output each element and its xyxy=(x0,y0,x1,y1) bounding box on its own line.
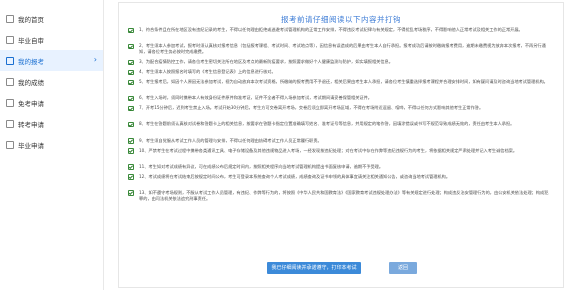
sidebar: 我的首页 毕业自审 我的报考 › 我的成绩 免考申请 转考申请 毕业申请 xyxy=(0,0,104,290)
notice-item: 13、如不遵守考场规则，不服从考试工作人员管理，有违纪、作弊等行为的，将按照《中… xyxy=(128,190,552,209)
apply-icon xyxy=(6,56,14,65)
notice-item-text: 5、考生报考后，如因个人原因无法参加考试，视为自动放弃本次考试资格，所缴纳的报考… xyxy=(139,79,548,85)
sidebar-item-exemption[interactable]: 免考申请 xyxy=(0,92,103,113)
notice-item-text: 13、如不遵守考场规则，不服从考试工作人员管理，有违纪、作弊等行为的，将按照《中… xyxy=(139,189,549,202)
button-row: 我已仔细阅读并承诺遵守，打印本考试 返回 xyxy=(119,262,565,281)
notice-item-text: 2、考生须本人参加考试，报考时须认真核对报考信息（包括报考课程、考试时间、考试地… xyxy=(139,43,546,55)
notice-item-text: 1、符合条件且在所在地区没有违纪记录的考生，不得以任何理由拒绝或逃避考试管理机构… xyxy=(139,27,523,32)
notice-panel: 报考前请仔细阅读以下内容并打钩 1、符合条件且在所在地区没有违纪记录的考生，不得… xyxy=(118,2,564,288)
sidebar-item-graduation-apply[interactable]: 毕业申请 xyxy=(0,134,103,155)
sidebar-item-label: 毕业自审 xyxy=(18,36,44,45)
agree-checkbox[interactable] xyxy=(128,174,134,180)
notice-item: 2、考生须本人参加考试，报考时须认真核对报考信息（包括报考课程、考试时间、考试地… xyxy=(128,43,552,56)
notice-item-text: 12、考试成绩将在考试结束后按规定时间公布，考生可登录本系统查询个人考试成绩，成… xyxy=(139,173,451,179)
back-button[interactable]: 返回 xyxy=(389,262,418,274)
notice-item-text: 11、考生如对考试成绩有异议，可在成绩公布后规定时间内，按照相关程序向当地考试管… xyxy=(139,163,384,169)
notice-item-text: 8、考生在答题前须认真核对试卷和答题卡上的相关信息，按要求在答题卡指定位置准确填… xyxy=(139,121,515,127)
chevron-right-icon: › xyxy=(93,55,97,64)
sidebar-item-label: 免考申请 xyxy=(18,99,44,108)
agree-checkbox[interactable] xyxy=(128,79,134,86)
notice-item: 4、考生须本人按照报名时填写的《考生信息登记表》上的信息进行核对。 xyxy=(128,69,552,76)
notice-item-text: 9、考生须自觉服从考试工作人员的管理与安排，不得以任何理由妨碍考试工作人员正常履… xyxy=(139,137,322,143)
transfer-icon xyxy=(6,119,14,128)
sidebar-item-label: 转考申请 xyxy=(18,120,44,129)
sidebar-item-label: 我的首页 xyxy=(18,15,44,24)
notice-list: 1、符合条件且在所在地区没有违纪记录的考生，不得以任何理由拒绝或逃避考试管理机构… xyxy=(128,27,552,212)
notice-item-text: 3、为配合疫情防控工作，请各位考生密切关注所在地区及考点的最新防疫要求，按照要求… xyxy=(139,59,393,65)
notice-item: 6、考生入场时，须同时携带本人有效身份证件原件和准考证，证件不全者不得入场参加考… xyxy=(128,95,552,102)
sidebar-item-home[interactable]: 我的首页 xyxy=(0,8,103,29)
agree-checkbox[interactable] xyxy=(128,59,134,66)
notice-item: 1、符合条件且在所在地区没有违纪记录的考生，不得以任何理由拒绝或逃避考试管理机构… xyxy=(128,27,552,40)
notice-item: 5、考生报考后，如因个人原因无法参加考试，视为自动放弃本次考试资格，所缴纳的报考… xyxy=(128,79,552,92)
agree-checkbox[interactable] xyxy=(128,148,134,154)
notice-item: 10、严禁考生在考试过程中携带各类通讯工具、电子存储设备及其他违规物品进入考场，… xyxy=(128,148,552,161)
notice-item: 11、考生如对考试成绩有异议，可在成绩公布后规定时间内，按照相关程序向当地考试管… xyxy=(128,164,552,170)
sidebar-item-label: 我的成绩 xyxy=(18,78,44,87)
notice-item: 12、考试成绩将在考试结束后按规定时间公布，考生可登录本系统查询个人考试成绩，成… xyxy=(128,174,552,187)
notice-item-text: 7、开考15分钟后，迟到考生禁止入场。考试开始30分钟后，考生方可交卷离开考场，… xyxy=(139,105,484,111)
agree-checkbox[interactable] xyxy=(128,27,134,33)
agree-checkbox[interactable] xyxy=(128,43,134,50)
confirm-print-button[interactable]: 我已仔细阅读并承诺遵守，打印本考试 xyxy=(266,262,361,274)
audit-icon xyxy=(6,35,14,44)
agree-checkbox[interactable] xyxy=(128,95,134,102)
sidebar-item-my-applications[interactable]: 我的报考 › xyxy=(0,50,103,71)
notice-item-text: 6、考生入场时，须同时携带本人有效身份证件原件和准考证，证件不全者不得入场参加考… xyxy=(139,95,372,101)
agree-checkbox[interactable] xyxy=(128,105,134,112)
notice-item-text: 10、严禁考生在考试过程中携带各类通讯工具、电子存储设备及其他违规物品进入考场，… xyxy=(139,147,518,153)
agree-checkbox[interactable] xyxy=(128,121,134,128)
sidebar-item-label: 我的报考 xyxy=(18,57,44,66)
notice-item: 9、考生须自觉服从考试工作人员的管理与安排，不得以任何理由妨碍考试工作人员正常履… xyxy=(128,138,552,144)
sidebar-top-spacer xyxy=(0,0,103,8)
notice-item: 7、开考15分钟后，迟到考生禁止入场。考试开始30分钟后，考生方可交卷离开考场，… xyxy=(128,105,552,118)
exempt-icon xyxy=(6,98,14,107)
notice-item-text: 4、考生须本人按照报名时填写的《考生信息登记表》上的信息进行核对。 xyxy=(139,69,276,75)
agree-checkbox[interactable] xyxy=(128,164,134,170)
sidebar-item-label: 毕业申请 xyxy=(18,141,44,150)
sidebar-item-transfer[interactable]: 转考申请 xyxy=(0,113,103,134)
agree-checkbox[interactable] xyxy=(128,69,134,76)
score-icon xyxy=(6,77,14,86)
graduation-icon xyxy=(6,140,14,149)
page-title: 报考前请仔细阅读以下内容并打钩 xyxy=(281,15,401,24)
notice-item: 8、考生在答题前须认真核对试卷和答题卡上的相关信息，按要求在答题卡指定位置准确填… xyxy=(128,121,552,134)
agree-checkbox[interactable] xyxy=(128,138,134,144)
notice-item: 3、为配合疫情防控工作，请各位考生密切关注所在地区及考点的最新防疫要求，按照要求… xyxy=(128,59,552,66)
agree-checkbox[interactable] xyxy=(128,190,134,196)
home-icon xyxy=(6,14,14,23)
sidebar-item-graduation-audit[interactable]: 毕业自审 xyxy=(0,29,103,50)
sidebar-item-scores[interactable]: 我的成绩 xyxy=(0,71,103,92)
